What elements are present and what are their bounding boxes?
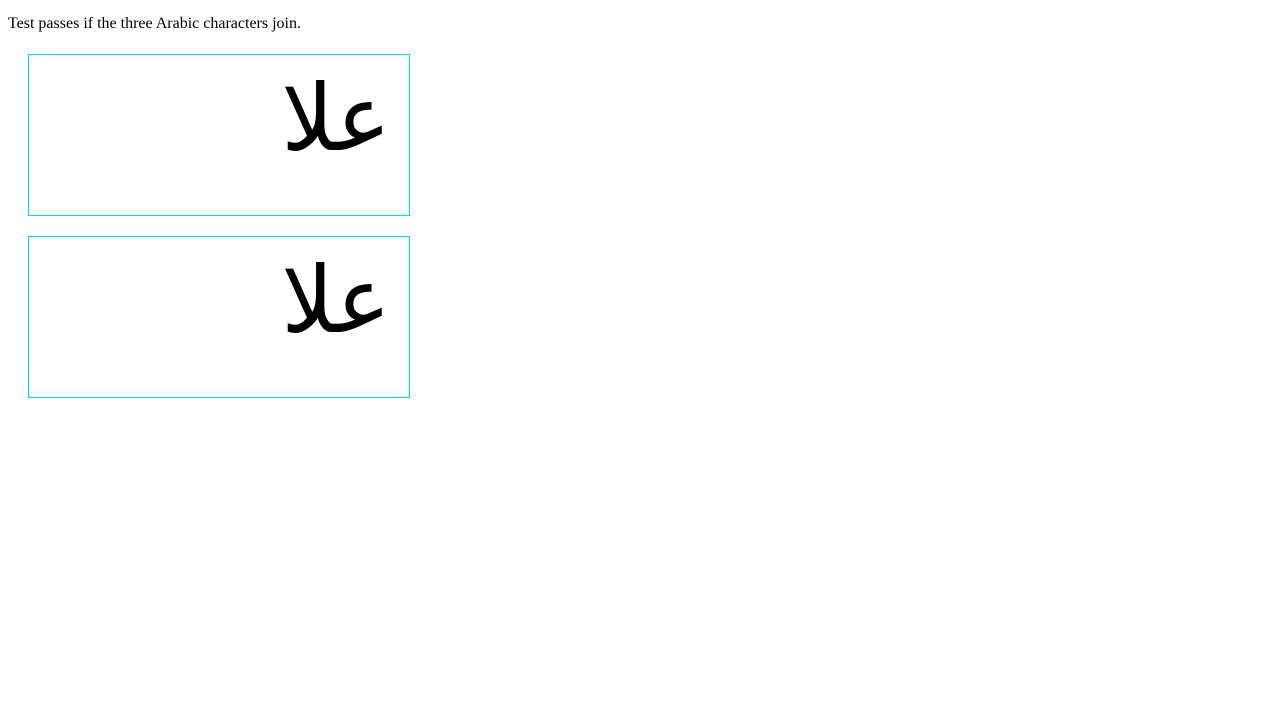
reference-box-2: علا bbox=[28, 236, 410, 398]
arabic-text: علا bbox=[281, 247, 391, 354]
test-box-1: علا bbox=[28, 54, 410, 216]
arabic-text: علا bbox=[281, 65, 391, 172]
test-instruction: Test passes if the three Arabic characte… bbox=[8, 15, 301, 32]
